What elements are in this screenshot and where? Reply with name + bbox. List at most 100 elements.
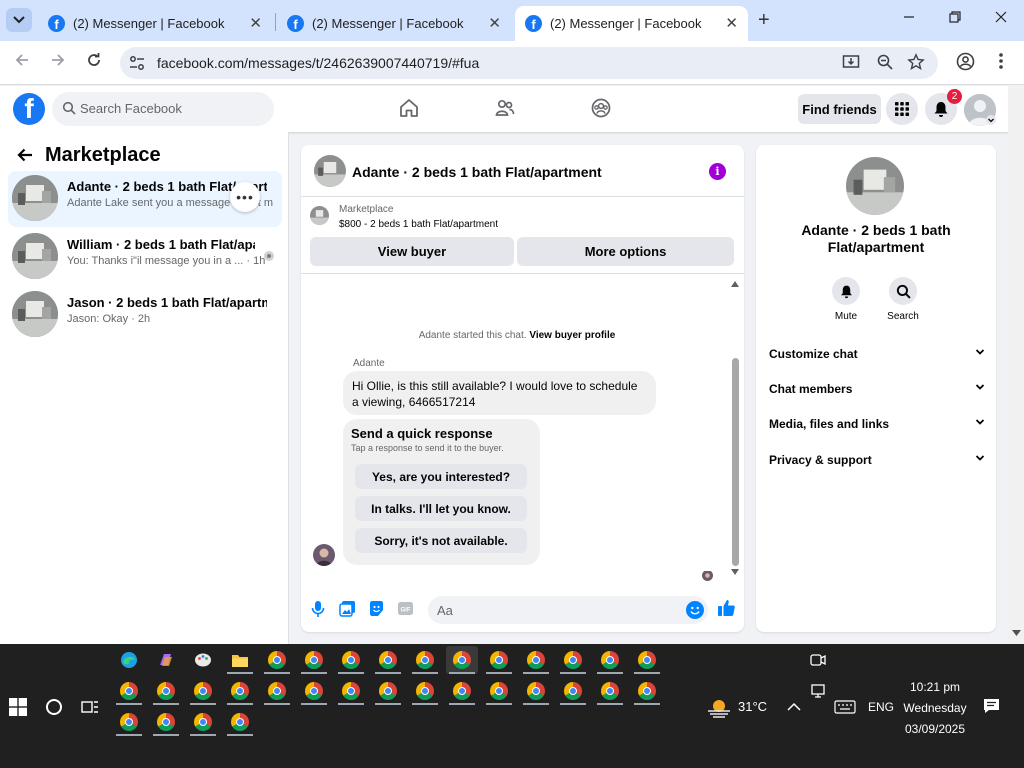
chrome-window[interactable] <box>298 677 330 705</box>
restore-button[interactable] <box>949 10 961 28</box>
back-button[interactable] <box>14 52 30 73</box>
media-files-links-row[interactable]: Media, files and links <box>769 415 985 435</box>
mute-button[interactable]: Mute <box>816 277 876 322</box>
browser-tab-1[interactable]: f (2) Messenger | Facebook ✕ <box>38 6 272 41</box>
chat-scrollbar-thumb[interactable] <box>732 358 739 566</box>
forward-button[interactable] <box>50 52 66 73</box>
weather-icon[interactable] <box>706 695 732 722</box>
chrome-window[interactable] <box>335 646 367 674</box>
facebook-search-input[interactable]: Search Facebook <box>52 92 274 126</box>
chrome-window[interactable] <box>631 646 663 674</box>
chat-title[interactable]: Adante · 2 beds 1 bath Flat/apartment <box>352 164 602 180</box>
chrome-window[interactable] <box>483 646 515 674</box>
chrome-window[interactable] <box>557 677 589 705</box>
network-icon[interactable] <box>810 683 826 702</box>
conversation-item[interactable]: Adante · 2 beds 1 bath Flat/apartment Ad… <box>8 171 282 227</box>
meet-now-icon[interactable] <box>810 652 826 671</box>
copilot-app[interactable] <box>150 646 182 674</box>
voice-clip-button[interactable] <box>311 600 325 621</box>
emoji-icon[interactable] <box>686 601 704 619</box>
chrome-window[interactable] <box>224 708 256 736</box>
listing-photo[interactable] <box>846 157 904 215</box>
view-buyer-profile-link[interactable]: View buyer profile <box>529 330 615 341</box>
home-nav-button[interactable] <box>398 97 420 122</box>
browser-tab-2[interactable]: f (2) Messenger | Facebook ✕ <box>277 6 511 41</box>
chrome-window[interactable] <box>372 646 404 674</box>
find-friends-button[interactable]: Find friends <box>798 94 881 124</box>
chrome-window[interactable] <box>224 677 256 705</box>
chrome-window[interactable] <box>335 677 367 705</box>
address-bar[interactable]: facebook.com/messages/t/2462639007440719… <box>120 47 938 79</box>
view-buyer-button[interactable]: View buyer <box>310 237 514 266</box>
weather-temperature[interactable]: 31°C <box>738 699 767 714</box>
chrome-window-active[interactable] <box>446 646 478 674</box>
keyboard-icon[interactable] <box>834 700 856 717</box>
groups-nav-button[interactable] <box>590 97 612 122</box>
sticker-button[interactable] <box>368 600 385 620</box>
search-in-conversation-button[interactable]: Search <box>873 277 933 322</box>
chrome-window[interactable] <box>261 646 293 674</box>
page-scrollbar[interactable] <box>1008 86 1024 644</box>
close-tab-icon[interactable]: ✕ <box>488 14 501 32</box>
chrome-window[interactable] <box>372 677 404 705</box>
chrome-window[interactable] <box>409 646 441 674</box>
menu-button[interactable] <box>886 93 918 125</box>
chrome-window[interactable] <box>409 677 441 705</box>
chrome-window[interactable] <box>483 677 515 705</box>
back-button[interactable] <box>16 146 34 167</box>
chrome-window[interactable] <box>187 708 219 736</box>
chrome-window[interactable] <box>594 677 626 705</box>
chrome-window[interactable] <box>631 677 663 705</box>
attach-photo-button[interactable] <box>339 600 356 620</box>
conversation-item[interactable]: William · 2 beds 1 bath Flat/apartment Y… <box>8 229 282 285</box>
install-app-icon[interactable] <box>842 53 860 76</box>
reload-button[interactable] <box>86 52 102 73</box>
chrome-window[interactable] <box>150 677 182 705</box>
chrome-window[interactable] <box>187 677 219 705</box>
conversation-more-button[interactable]: ••• <box>230 182 260 212</box>
chrome-window[interactable] <box>150 708 182 736</box>
listing-summary[interactable]: $800 - 2 beds 1 bath Flat/apartment <box>339 219 498 230</box>
chrome-window[interactable] <box>113 677 145 705</box>
quick-reply-button[interactable]: Yes, are you interested? <box>355 464 527 489</box>
close-tab-icon[interactable]: ✕ <box>725 14 738 32</box>
friends-nav-button[interactable] <box>494 97 516 122</box>
taskbar-search-icon[interactable] <box>46 699 62 715</box>
edge-app[interactable] <box>113 646 145 674</box>
show-hidden-icons-button[interactable] <box>787 700 801 715</box>
start-button[interactable] <box>9 698 27 719</box>
like-button[interactable] <box>717 598 736 620</box>
close-window-button[interactable] <box>995 10 1007 28</box>
chrome-window[interactable] <box>520 646 552 674</box>
paint-app[interactable] <box>187 646 219 674</box>
more-options-button[interactable]: More options <box>517 237 734 266</box>
taskbar-clock[interactable]: 10:21 pm Wednesday 03/09/2025 <box>890 677 980 740</box>
incoming-message[interactable]: Hi Ollie, is this still available? I wou… <box>343 371 656 415</box>
profile-button[interactable] <box>956 52 975 76</box>
file-explorer-app[interactable] <box>224 646 256 674</box>
site-settings-icon[interactable] <box>128 54 146 72</box>
message-input[interactable]: Aa <box>428 596 708 624</box>
browser-menu-button[interactable] <box>998 52 1004 75</box>
notification-center-button[interactable] <box>983 698 1000 717</box>
quick-reply-button[interactable]: In talks. I'll let you know. <box>355 496 527 521</box>
close-tab-icon[interactable]: ✕ <box>249 14 262 32</box>
chrome-window[interactable] <box>261 677 293 705</box>
facebook-logo-icon[interactable]: f <box>13 93 45 125</box>
chrome-window[interactable] <box>446 677 478 705</box>
task-view-button[interactable] <box>81 699 99 718</box>
privacy-support-row[interactable]: Privacy & support <box>769 451 985 471</box>
zoom-icon[interactable] <box>876 53 894 76</box>
chat-header-thumbnail[interactable] <box>314 155 346 187</box>
chrome-window[interactable] <box>594 646 626 674</box>
gif-button[interactable]: GIF <box>397 600 414 620</box>
browser-tab-3-active[interactable]: f (2) Messenger | Facebook ✕ <box>515 6 748 41</box>
conversation-item[interactable]: Jason · 2 beds 1 bath Flat/apartment Jas… <box>8 287 282 343</box>
minimize-button[interactable] <box>903 10 915 28</box>
chrome-window[interactable] <box>113 708 145 736</box>
conversation-info-icon[interactable]: i <box>709 163 726 180</box>
tab-search-button[interactable] <box>6 8 32 32</box>
chrome-window[interactable] <box>298 646 330 674</box>
sender-avatar[interactable] <box>313 544 335 566</box>
customize-chat-row[interactable]: Customize chat <box>769 345 985 365</box>
